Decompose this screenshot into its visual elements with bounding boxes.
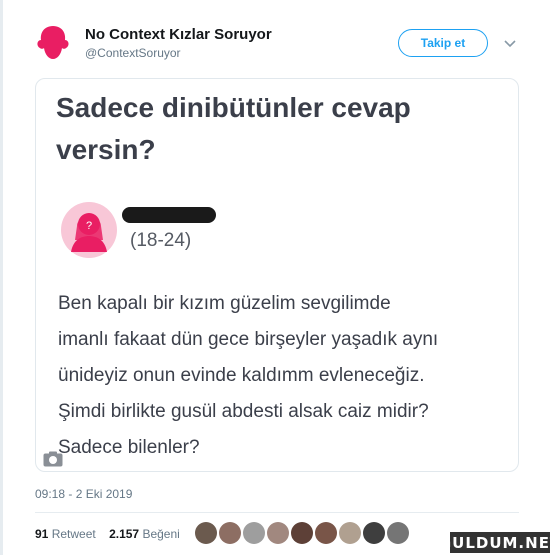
question-line: ünideyiz onun evinde kaldımm evleneceğiz…: [58, 365, 425, 386]
tweet-timestamp[interactable]: 09:18 - 2 Eki 2019: [35, 487, 132, 501]
camera-icon: [43, 451, 63, 467]
liker-avatar[interactable]: [291, 522, 313, 544]
user-handle[interactable]: @ContextSoruyor: [85, 46, 181, 60]
liker-avatar[interactable]: [387, 522, 409, 544]
liker-avatars: [195, 522, 409, 544]
redacted-username: [122, 207, 216, 223]
question-body: Ben kapalı bir kızım güzelim sevgilimde …: [58, 286, 508, 466]
liker-avatar[interactable]: [267, 522, 289, 544]
liker-avatar[interactable]: [219, 522, 241, 544]
display-name[interactable]: No Context Kızlar Soruyor: [85, 26, 272, 43]
page-left-border: [0, 0, 3, 555]
like-label[interactable]: Beğeni: [142, 527, 179, 541]
chevron-down-icon[interactable]: [503, 36, 517, 50]
profile-avatar-icon[interactable]: [33, 22, 73, 62]
svg-text:?: ?: [86, 220, 92, 232]
question-line: Şimdi birlikte gusül abdesti alsak caiz …: [58, 401, 429, 422]
liker-avatar[interactable]: [315, 522, 337, 544]
age-range: (18-24): [130, 230, 192, 251]
question-line: imanlı fakaat dün gece birşeyler yaşadık…: [58, 329, 439, 350]
follow-button[interactable]: Takip et: [398, 29, 488, 57]
liker-avatar[interactable]: [195, 522, 217, 544]
divider: [35, 512, 519, 513]
liker-avatar[interactable]: [243, 522, 265, 544]
question-line: Ben kapalı bir kızım güzelim sevgilimde: [58, 293, 391, 314]
anonymous-avatar-icon: ?: [61, 202, 117, 258]
engagement-stats: 91 Retweet 2.157 Beğeni: [35, 527, 180, 541]
retweet-count[interactable]: 91: [35, 527, 48, 541]
liker-avatar[interactable]: [363, 522, 385, 544]
question-title: Sadece dinibütünler cevap versin?: [56, 92, 411, 165]
site-watermark: GULDUM.NET: [438, 532, 552, 553]
liker-avatar[interactable]: [339, 522, 361, 544]
retweet-label[interactable]: Retweet: [52, 527, 96, 541]
like-count[interactable]: 2.157: [109, 527, 139, 541]
question-line: Sadece bilenler?: [58, 437, 200, 458]
question-card[interactable]: Sadece dinibütünler cevap versin? ? (18-…: [35, 78, 519, 472]
